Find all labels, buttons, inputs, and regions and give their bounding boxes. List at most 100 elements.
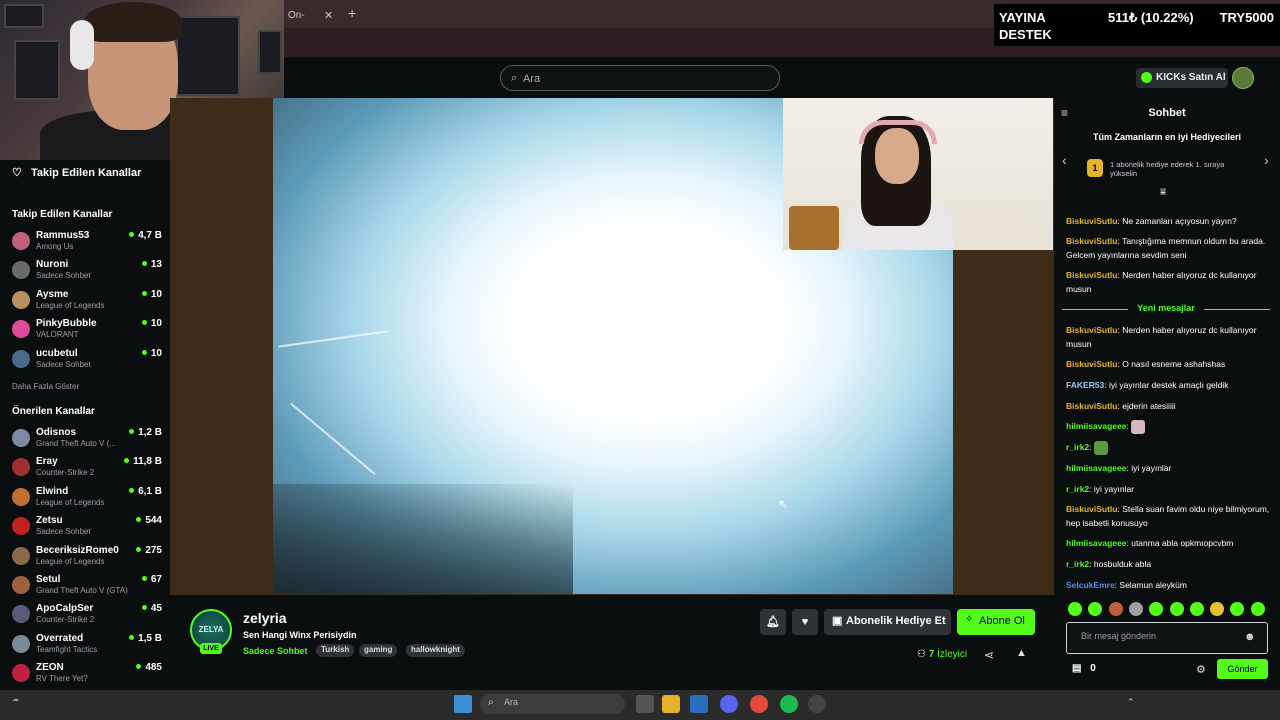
emote-icon[interactable] (1088, 602, 1103, 616)
task-view-icon[interactable] (636, 695, 654, 713)
channel-item[interactable]: ApoCalpSer Counter-Strike 2 45 (12, 603, 162, 631)
pinned-message-icon[interactable]: ⩸ (1160, 187, 1166, 198)
channel-item[interactable]: ucubetul Sadece Sohbet 10 (12, 348, 162, 376)
gifter-rank-badge: 1 (1087, 159, 1103, 177)
user-avatar[interactable] (1232, 67, 1254, 89)
channel-item[interactable]: Eray Counter-Strike 2 11,8 B (12, 456, 162, 484)
gear-icon[interactable]: ⚙ (1196, 663, 1206, 676)
emote-icon[interactable] (1189, 602, 1204, 616)
donation-goal: TRY5000 (1219, 10, 1274, 25)
emote-icon[interactable] (1169, 602, 1184, 616)
channel-item[interactable]: ZEON RV There Yet? 485 (12, 662, 162, 690)
channel-item[interactable]: Elwind League of Legends 6,1 B (12, 486, 162, 514)
streamer-name[interactable]: zelyria (243, 610, 287, 626)
chat-username[interactable]: BiskuviSutlu (1066, 504, 1117, 514)
channel-viewers: 45 (142, 603, 162, 614)
channel-item[interactable]: Setul Grand Theft Auto V (GTA) 67 (12, 574, 162, 602)
weather-widget[interactable]: ☁ (12, 695, 42, 711)
channel-item[interactable]: BeceriksizRome0 League of Legends 275 (12, 545, 162, 573)
chat-text: hosbulduk abla (1093, 559, 1152, 569)
new-tab-button[interactable]: + (348, 5, 356, 21)
spotify-icon[interactable] (780, 695, 798, 713)
report-icon[interactable]: ▲ (1016, 647, 1027, 659)
subscribe-button[interactable]: ✧ Abone Ol (957, 609, 1035, 635)
channel-points[interactable]: ▤ 0 (1072, 663, 1096, 674)
tab-close-icon[interactable]: ✕ (324, 9, 333, 22)
search-box[interactable]: ⌕ (500, 65, 780, 91)
chat-message: BiskuviSutlu: Nerden haber alıyoruz dc k… (1066, 323, 1272, 351)
channel-item[interactable]: Zetsu Sadece Sohbet 544 (12, 515, 162, 543)
channel-name: ZEON (36, 662, 64, 674)
channel-item[interactable]: Rammus53 Among Us 4,7 B (12, 230, 162, 258)
chat-username[interactable]: r_irk2 (1066, 442, 1089, 452)
file-explorer-icon[interactable] (662, 695, 680, 713)
stream-tag[interactable]: hallowknight (406, 644, 465, 657)
chat-message: r_irk2: iyi yayınlar (1066, 482, 1272, 496)
chat-username[interactable]: BiskuviSutlu (1066, 236, 1117, 246)
emote-icon[interactable] (1128, 602, 1143, 616)
chat-username[interactable]: r_irk2 (1066, 559, 1089, 569)
channel-item[interactable]: Odisnos Grand Theft Auto V (... 1,2 B (12, 427, 162, 455)
windows-start-icon[interactable] (454, 695, 472, 713)
chat-username[interactable]: hilmiisavageee (1066, 538, 1126, 548)
app-icon[interactable] (808, 695, 826, 713)
follow-heart-button[interactable]: ♥ (792, 609, 818, 635)
share-icon[interactable]: ⋖ (984, 648, 994, 662)
chat-message: hilmiisavageee: utanma abla opkmıopcvbm (1066, 536, 1272, 550)
taskbar-search-input[interactable] (504, 697, 584, 707)
search-input[interactable] (523, 70, 763, 88)
chevron-left-icon[interactable]: ‹ (1062, 152, 1067, 168)
channel-name: ApoCalpSer (36, 603, 94, 615)
gift-subscription-label: Abonelik Hediye Et (846, 615, 946, 627)
emote-icon[interactable] (1149, 602, 1164, 616)
chat-text: iyi yayınlar destek amaçlı geldik (1109, 380, 1229, 390)
chat-username[interactable]: BiskuviSutlu (1066, 270, 1117, 280)
chat-text: utanma abla opkmıopcvbm (1131, 538, 1234, 548)
chat-username[interactable]: SelcukEmre (1066, 580, 1115, 590)
channel-item[interactable]: Overrated Teamfight Tactics 1,5 B (12, 633, 162, 661)
notification-bell-button[interactable]: 🔔︎ (760, 609, 786, 635)
chevron-right-icon[interactable]: › (1264, 152, 1269, 168)
chat-message: BiskuviSutlu: Ne zamanları açıyosun yayı… (1066, 214, 1272, 228)
browser-tab[interactable]: On- ✕ (284, 4, 354, 26)
emote-icon[interactable] (1108, 602, 1123, 616)
chat-message-input[interactable] (1081, 631, 1241, 641)
channel-name: Nuroni (36, 259, 69, 271)
stream-tag[interactable]: Turkish (316, 644, 355, 657)
emote-icon[interactable] (1250, 602, 1265, 616)
discord-icon[interactable] (720, 695, 738, 713)
wall-poster (176, 16, 240, 96)
stream-category[interactable]: Sadece Sohbet (243, 646, 308, 656)
chat-username[interactable]: FAKER53 (1066, 380, 1104, 390)
chrome-icon[interactable] (750, 695, 768, 713)
gift-subscription-button[interactable]: ▣ Abonelik Hediye Et (824, 609, 951, 635)
chat-username[interactable]: BiskuviSutlu (1066, 325, 1117, 335)
kicks-coin-icon (1141, 72, 1152, 83)
stream-tag[interactable]: gaming (359, 644, 398, 657)
chat-username[interactable]: r_irk2 (1066, 484, 1089, 494)
channel-viewers: 4,7 B (129, 230, 162, 241)
emote-icon[interactable] (1210, 602, 1225, 616)
buy-kicks-button[interactable]: KICKs Satın Al (1136, 68, 1228, 88)
store-icon[interactable] (690, 695, 708, 713)
chat-username[interactable]: BiskuviSutlu (1066, 216, 1117, 226)
emote-icon[interactable] (1068, 602, 1082, 616)
emoji-picker-icon[interactable]: ☻ (1244, 631, 1256, 643)
channel-item[interactable]: Aysme League of Legends 10 (12, 289, 162, 317)
send-button[interactable]: Gönder (1217, 659, 1268, 679)
taskbar-search[interactable]: ⌕ (480, 694, 625, 714)
chat-username[interactable]: BiskuviSutlu (1066, 401, 1117, 411)
chat-input-box[interactable] (1066, 622, 1268, 654)
system-tray-icon[interactable]: ⌃ (1127, 697, 1135, 708)
chat-message: SelcukEmre: Selamun aleyküm (1066, 578, 1272, 592)
channel-item[interactable]: Nuroni Sadece Sohbet 13 (12, 259, 162, 287)
emote-icon[interactable] (1230, 602, 1245, 616)
sidebar-header[interactable]: ♡ Takip Edilen Kanallar (12, 166, 141, 179)
show-more-link[interactable]: Daha Fazla Göster (12, 382, 79, 391)
channel-item[interactable]: PinkyBubble VALORANT 10 (12, 318, 162, 346)
chat-username[interactable]: hilmiisavageee (1066, 421, 1126, 431)
chat-username[interactable]: hilmiisavageee (1066, 463, 1126, 473)
chat-username[interactable]: BiskuviSutlu (1066, 359, 1117, 369)
channel-category: Sadece Sohbet (36, 271, 91, 281)
donation-amount: 511₺ (10.22%) (1108, 10, 1194, 25)
